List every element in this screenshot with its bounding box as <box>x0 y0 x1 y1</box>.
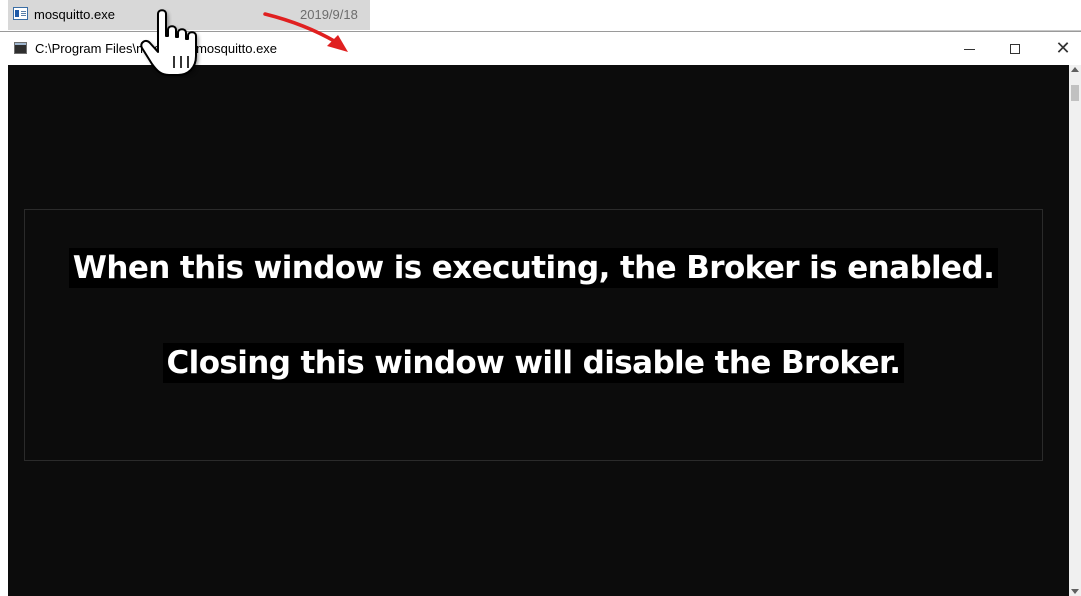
maximize-button[interactable] <box>992 32 1038 65</box>
broker-notice-box: When this window is executing, the Broke… <box>24 209 1043 461</box>
scroll-thumb[interactable] <box>1071 85 1079 101</box>
scroll-down-icon[interactable] <box>1071 589 1079 594</box>
maximize-icon <box>1010 43 1020 54</box>
vertical-scrollbar[interactable] <box>1069 65 1081 596</box>
notice-line-disable-text: Closing this window will disable the Bro… <box>162 343 905 383</box>
notice-line-enabled-text: When this window is executing, the Broke… <box>68 248 999 288</box>
hand-pointer-icon <box>140 9 198 77</box>
file-date-modified: 2019/9/18 <box>300 7 358 22</box>
executable-file-icon <box>13 7 28 20</box>
notice-line-enabled: When this window is executing, the Broke… <box>25 248 1042 288</box>
scroll-up-icon[interactable] <box>1071 67 1079 72</box>
minimize-button[interactable] <box>946 32 992 65</box>
file-name[interactable]: mosquitto.exe <box>34 7 115 22</box>
close-icon: ✕ <box>1055 37 1071 59</box>
close-button[interactable]: ✕ <box>1040 32 1081 65</box>
notice-line-disable: Closing this window will disable the Bro… <box>25 343 1042 383</box>
console-app-icon <box>14 42 27 54</box>
minimize-icon <box>963 49 975 50</box>
